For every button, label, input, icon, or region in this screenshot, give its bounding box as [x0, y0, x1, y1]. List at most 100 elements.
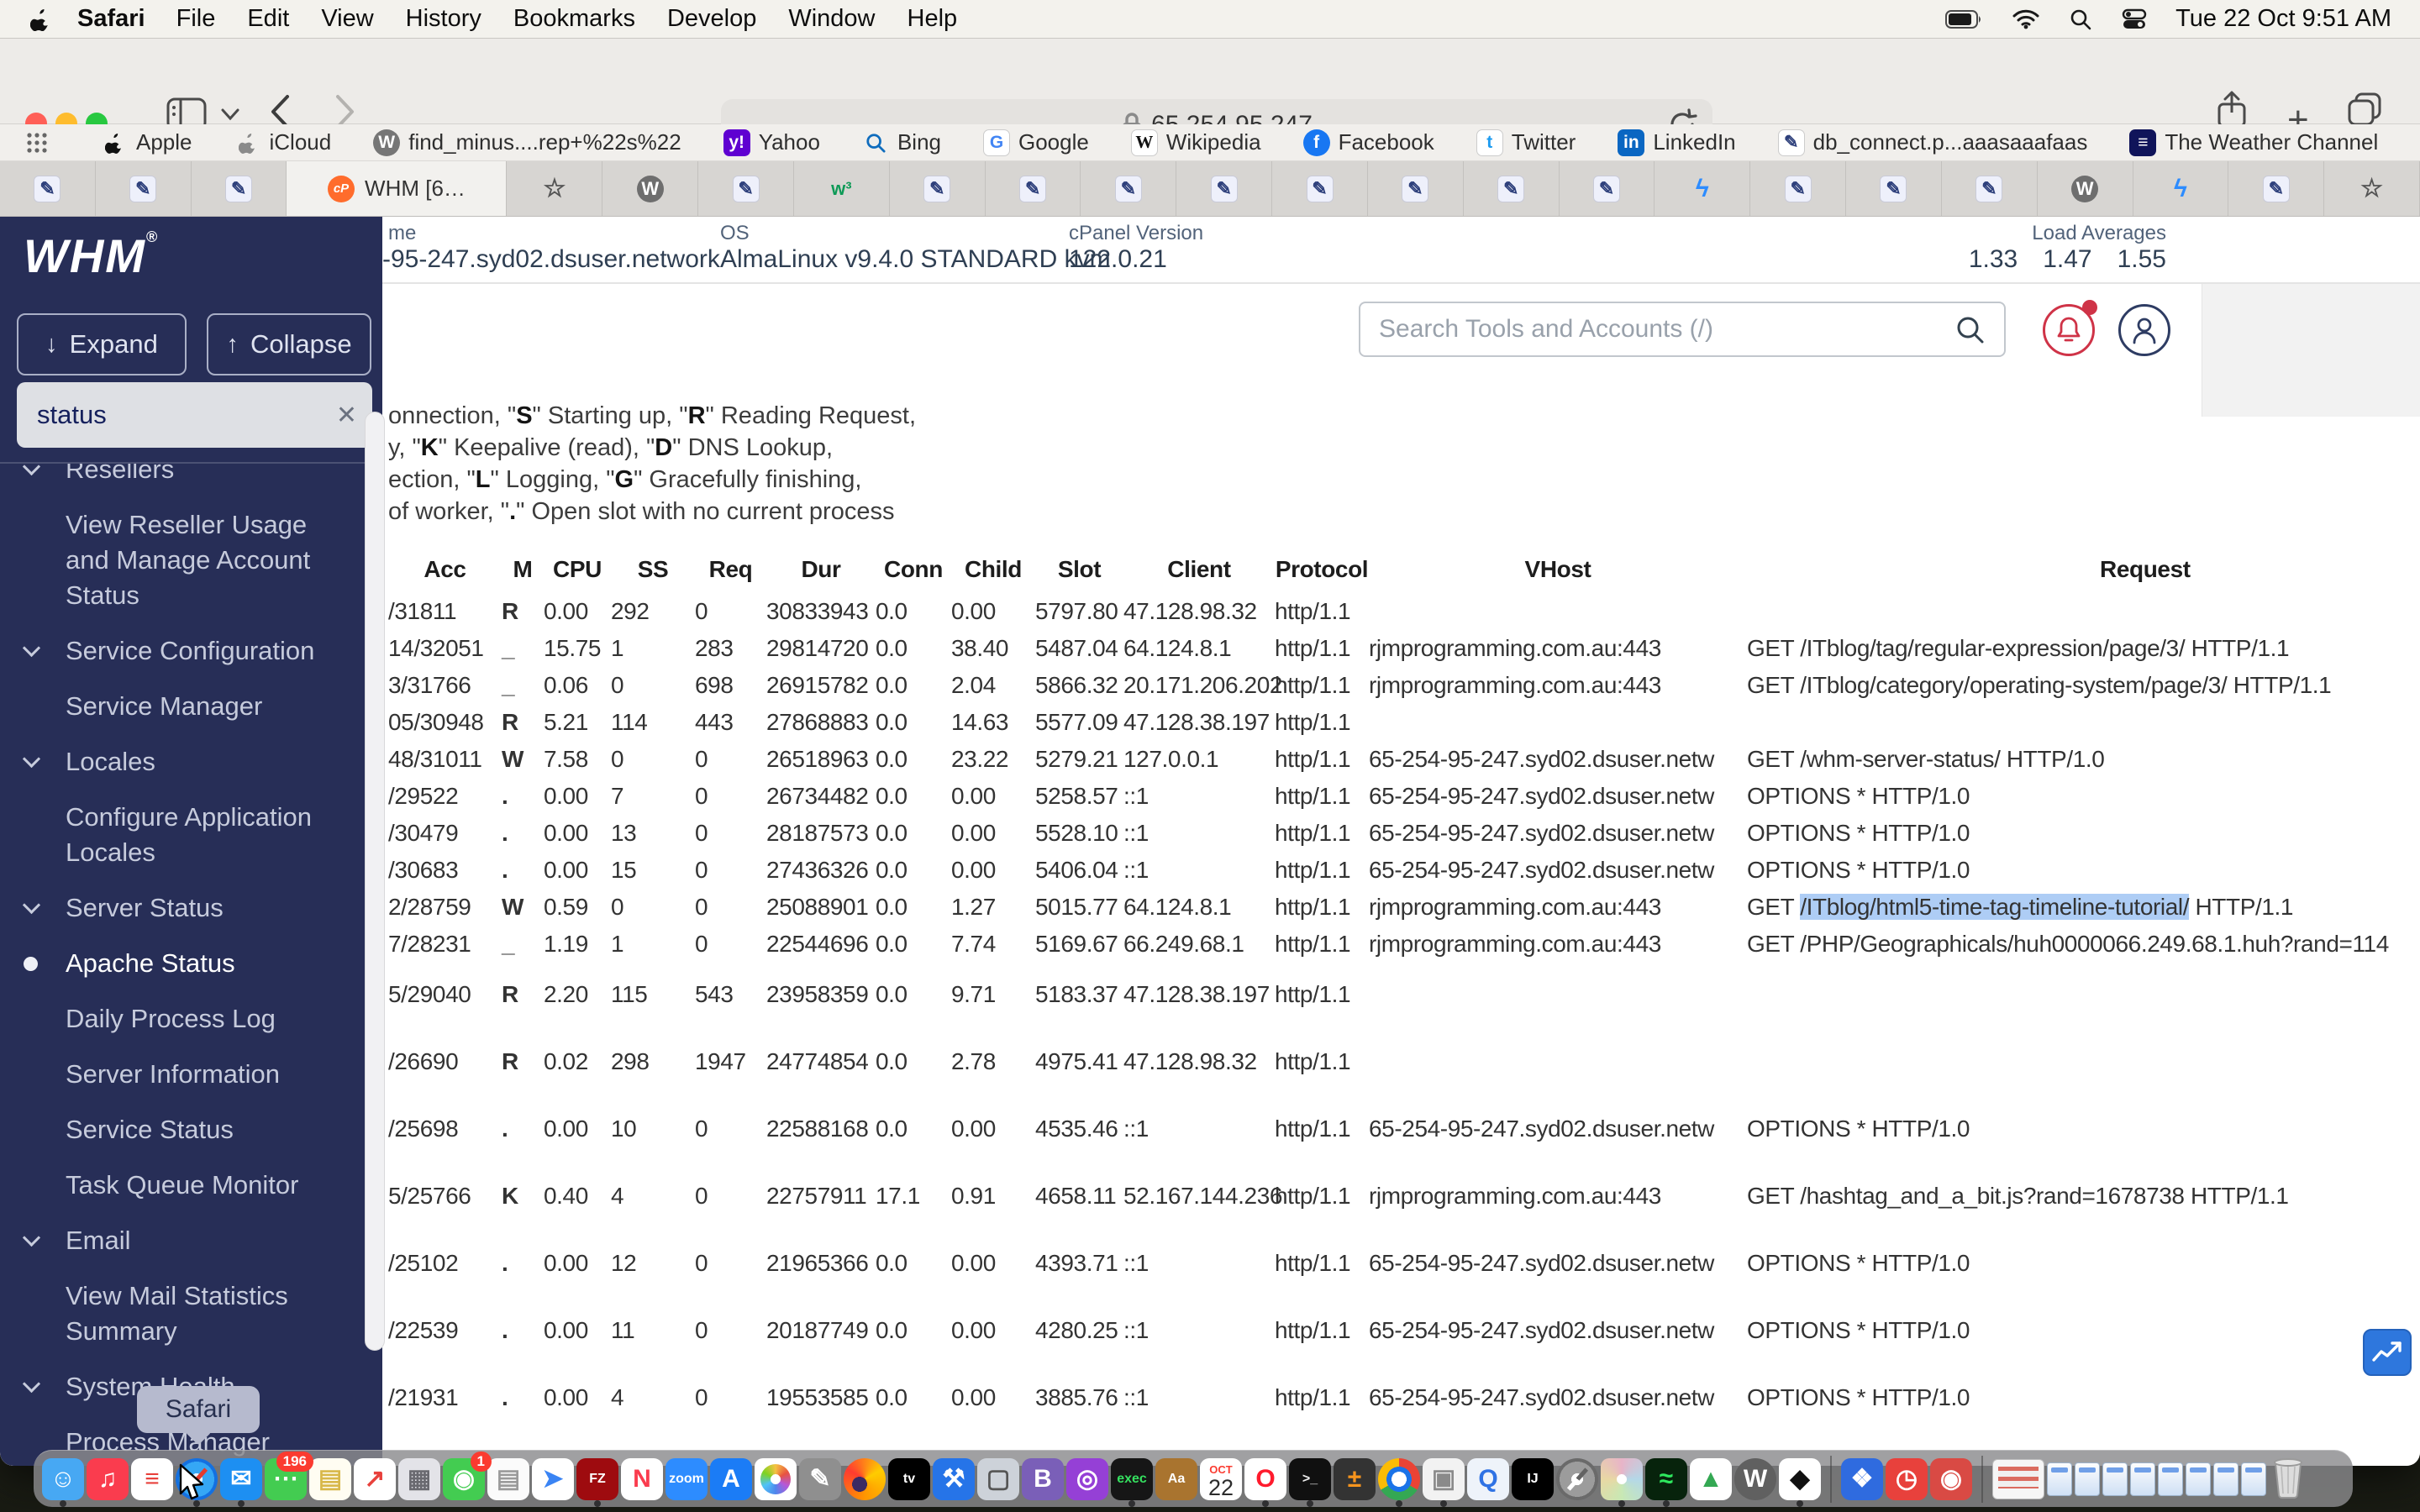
tab-pencil-9[interactable]: ✎ — [986, 161, 1081, 216]
dock-facetime-icon[interactable]: ◉ 1 — [443, 1451, 492, 1500]
dock-trash-icon[interactable] — [2269, 1455, 2307, 1503]
tab-pencil-14[interactable]: ✎ — [1464, 161, 1560, 216]
bookmark-wikipedia[interactable]: W Wikipedia — [1130, 129, 1261, 156]
tab-pencil-10[interactable]: ✎ — [1081, 161, 1177, 216]
dock-app-store-icon[interactable]: A — [710, 1457, 752, 1500]
tab-pencil-17[interactable]: ✎ — [1750, 161, 1847, 216]
bookmark-bing[interactable]: Bing — [862, 129, 941, 156]
tab-pencil-15[interactable]: ✎ — [1560, 161, 1655, 216]
dock-terminal-exec-icon[interactable]: exec — [1111, 1457, 1153, 1507]
dock-minimized-window-icon[interactable] — [2213, 1462, 2238, 1496]
battery-icon[interactable] — [1945, 9, 1982, 29]
sidebar-item-server-information[interactable]: Server Information — [0, 1057, 382, 1092]
bookmark-apple[interactable]: Apple — [101, 129, 192, 156]
bookmark-linkedin[interactable]: in LinkedIn — [1618, 129, 1736, 156]
dock-news-icon[interactable]: N — [621, 1457, 663, 1500]
dock-launchpad-icon[interactable]: ▦ — [398, 1457, 440, 1500]
tab-star-4[interactable]: ☆ — [507, 161, 603, 216]
sidebar-item-task-queue-monitor[interactable]: Task Queue Monitor — [0, 1168, 382, 1203]
bookmark-facebook[interactable]: f Facebook — [1302, 129, 1434, 156]
dock-finder-icon[interactable]: ☺ — [42, 1457, 84, 1507]
dock-xcode-icon[interactable]: ⚒ — [933, 1457, 975, 1500]
spotlight-icon[interactable] — [2070, 8, 2091, 30]
tab-pencil-1[interactable]: ✎ — [96, 161, 192, 216]
dock-bbedit-icon[interactable]: B — [1022, 1457, 1064, 1500]
user-account-button[interactable] — [2118, 304, 2170, 356]
apple-menu-icon[interactable] — [30, 8, 50, 31]
sidebar-item-apache-status[interactable]: Apache Status — [0, 946, 382, 981]
dock-music-icon[interactable]: ♫ — [87, 1457, 129, 1500]
sidebar-filter-input[interactable] — [17, 382, 372, 448]
menu-item-window[interactable]: Window — [788, 5, 875, 33]
tab-pencil-19[interactable]: ✎ — [1942, 161, 2038, 216]
expand-button[interactable]: ↓ Expand — [17, 313, 187, 375]
tab-pencil-8[interactable]: ✎ — [890, 161, 986, 216]
sidebar-item-server-status[interactable]: Server Status — [0, 890, 382, 926]
tab-wordpress-5[interactable]: W — [602, 161, 699, 216]
tab-w3schools-7[interactable]: w³ — [794, 161, 890, 216]
dock-chrome-icon[interactable] — [1378, 1457, 1420, 1507]
dock-screen-sharing-icon[interactable]: ▢ — [977, 1457, 1019, 1500]
tab-star-23[interactable]: ☆ — [2324, 161, 2420, 216]
dock-google-drive-icon[interactable]: ▲ — [1690, 1457, 1732, 1500]
menu-item-edit[interactable]: Edit — [247, 5, 289, 33]
stats-widget-button[interactable] — [2363, 1329, 2412, 1376]
tab-pencil-22[interactable]: ✎ — [2228, 161, 2325, 216]
bookmark-google[interactable]: G Google — [983, 129, 1089, 156]
collapse-button[interactable]: ↑ Collapse — [207, 313, 371, 375]
dock-dictionary-icon[interactable]: Aa — [1155, 1457, 1197, 1500]
dock-preview-icon[interactable]: ▣ — [1423, 1457, 1465, 1507]
dock-filezilla-icon[interactable]: FZ — [576, 1457, 618, 1507]
bookmark-bookmarks-grid[interactable] — [24, 129, 59, 156]
tab-pencil-6[interactable]: ✎ — [698, 161, 794, 216]
bookmark-yahoo[interactable]: y! Yahoo — [723, 129, 820, 156]
dock-maps-icon[interactable]: ➤ — [532, 1457, 574, 1500]
whm-logo[interactable]: WHM® — [24, 228, 159, 283]
bookmark-db-connect-p-aaasaaafaas[interactable]: ✎ db_connect.p...aaasaaafaas — [1777, 129, 2087, 156]
dock-minimized-window-icon[interactable] — [1992, 1458, 2044, 1499]
dock-calculator-icon[interactable]: ± — [1334, 1457, 1376, 1500]
dock-speedometer-app-icon[interactable]: ◷ — [1886, 1457, 1928, 1500]
dock-opera-icon[interactable]: O — [1244, 1457, 1286, 1507]
tab-pencil-12[interactable]: ✎ — [1272, 161, 1368, 216]
whm-search-input[interactable] — [1359, 302, 2006, 357]
tab-pencil-2[interactable]: ✎ — [192, 161, 287, 216]
wifi-icon[interactable] — [2012, 9, 2039, 29]
dock-reminders-icon[interactable]: ≡ — [131, 1457, 173, 1500]
dock-photo-booth-icon[interactable]: ◉ — [1930, 1457, 1972, 1500]
tab-wordpress-20[interactable]: W — [2038, 161, 2133, 216]
bookmark-twitter[interactable]: t Twitter — [1476, 129, 1576, 156]
dock-wordpress-icon[interactable]: W — [1734, 1457, 1776, 1500]
search-icon[interactable] — [1956, 316, 1985, 349]
tab-pencil-18[interactable]: ✎ — [1846, 161, 1942, 216]
sidebar-item-view-mail-statistics-summary[interactable]: View Mail Statistics Summary — [0, 1278, 382, 1349]
bookmark-the-weather-channel[interactable]: ≡ The Weather Channel — [2129, 129, 2378, 156]
tab-pencil-13[interactable]: ✎ — [1368, 161, 1464, 216]
sidebar-item-service-status[interactable]: Service Status — [0, 1112, 382, 1147]
dock-notes-icon[interactable]: ▤ — [309, 1457, 351, 1500]
dock-krita-icon[interactable] — [1601, 1457, 1643, 1507]
chevron-down-icon[interactable] — [220, 108, 240, 125]
tab-pencil-0[interactable]: ✎ — [0, 161, 96, 216]
sidebar-item-view-reseller-usage-and-manage-account-status[interactable]: View Reseller Usage and Manage Account S… — [0, 507, 382, 613]
dock-minimized-window-icon[interactable] — [2075, 1462, 2100, 1496]
dock-gimp-icon[interactable]: ✎ — [799, 1457, 841, 1500]
sidebar-item-locales[interactable]: Locales — [0, 744, 382, 780]
menu-app-name[interactable]: Safari — [77, 5, 145, 33]
sidebar-item-service-configuration[interactable]: Service Configuration — [0, 633, 382, 669]
dock-iterm-icon[interactable]: >_ — [1289, 1457, 1331, 1507]
bookmark-icloud[interactable]: iCloud — [234, 129, 331, 156]
sidebar-item-configure-application-locales[interactable]: Configure Application Locales — [0, 800, 382, 870]
dock-textedit-icon[interactable]: ▤ — [487, 1457, 529, 1500]
dock-podcasts-icon[interactable]: ◎ — [1066, 1457, 1108, 1500]
dock-minimized-window-icon[interactable] — [2241, 1462, 2266, 1496]
menu-item-help[interactable]: Help — [908, 5, 958, 33]
dock-minimized-window-icon[interactable] — [2102, 1462, 2128, 1496]
dock-apple-tv-icon[interactable]: tv — [888, 1457, 930, 1500]
bookmark-find-minus-rep-22s-22[interactable]: Wfind_minus....rep+%22s%22 — [373, 129, 681, 156]
dock-minimized-window-icon[interactable] — [2047, 1462, 2072, 1496]
dock-minimized-window-icon[interactable] — [2158, 1462, 2183, 1496]
menu-clock[interactable]: Tue 22 Oct 9:51 AM — [2175, 5, 2391, 33]
menu-item-history[interactable]: History — [406, 5, 481, 33]
tab-whm[interactable]: cP WHM [6… — [287, 161, 508, 216]
